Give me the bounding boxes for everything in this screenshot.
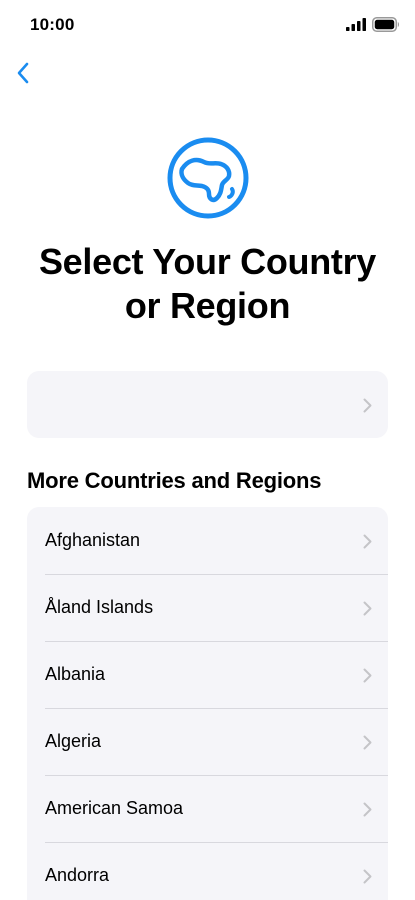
country-list: Afghanistan Åland Islands Albania Algeri… — [27, 507, 388, 900]
country-label: Afghanistan — [45, 530, 141, 550]
chevron-right-icon — [363, 534, 372, 548]
country-label: Andorra — [45, 865, 110, 885]
country-row-american-samoa[interactable]: American Samoa — [27, 775, 388, 842]
chevron-right-icon — [363, 601, 372, 615]
country-label: American Samoa — [45, 798, 184, 818]
chevron-right-icon — [363, 869, 372, 883]
chevron-right-icon — [363, 668, 372, 682]
country-row-aland-islands[interactable]: Åland Islands — [27, 574, 388, 641]
page-title-line-2: or Region — [124, 285, 291, 326]
page-title-line-1: Select Your Country — [38, 241, 377, 282]
section-header: More Countries and Regions — [27, 468, 322, 493]
country-row-afghanistan[interactable]: Afghanistan — [27, 507, 388, 574]
cellular-signal-icon — [346, 18, 366, 31]
country-label: Åland Islands — [45, 597, 154, 617]
globe-icon — [167, 137, 249, 219]
chevron-right-icon — [363, 398, 372, 412]
country-row-algeria[interactable]: Algeria — [27, 708, 388, 775]
chevron-right-icon — [363, 802, 372, 816]
chevron-right-icon — [363, 735, 372, 749]
suggested-country-row[interactable] — [27, 371, 388, 438]
battery-full-icon — [372, 17, 399, 32]
country-row-albania[interactable]: Albania — [27, 641, 388, 708]
country-row-andorra[interactable]: Andorra — [27, 842, 388, 900]
country-label: Algeria — [45, 731, 102, 751]
country-label: Albania — [45, 664, 106, 684]
status-time: 10:00 — [30, 15, 75, 34]
status-bar: 10:00 — [0, 0, 415, 50]
back-button[interactable] — [6, 56, 40, 90]
chevron-left-icon — [17, 62, 29, 84]
page-title: Select Your Country or Region — [0, 240, 415, 328]
country-region-screen: 10:00 Select Your Country or Region More… — [0, 0, 415, 900]
